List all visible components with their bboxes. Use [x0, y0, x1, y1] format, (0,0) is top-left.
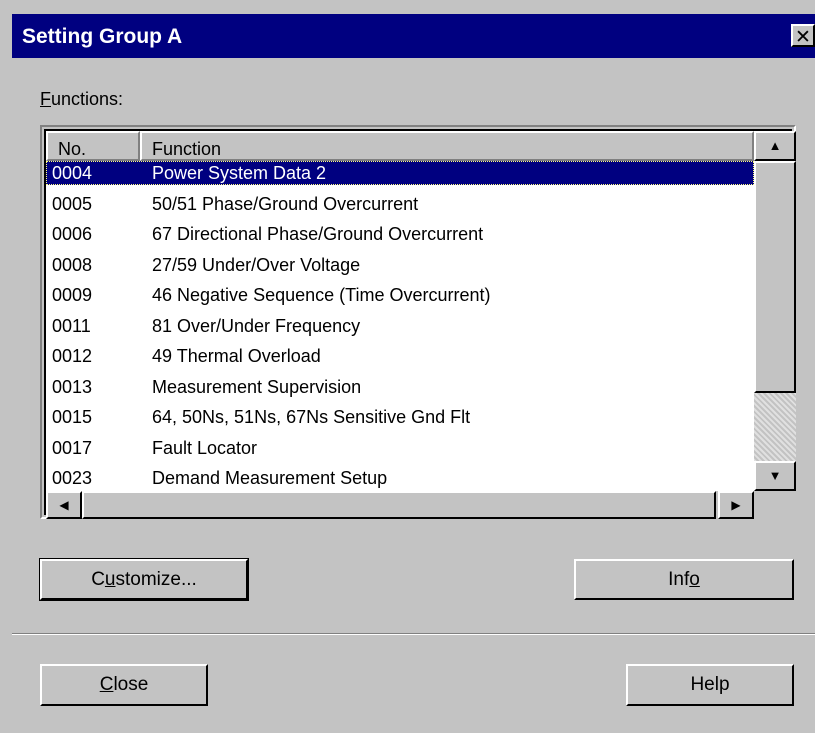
item-number: 0006 — [52, 224, 93, 244]
list-item[interactable]: 0011 81 Over/Under Frequency — [46, 314, 754, 338]
item-function: Demand Measurement Setup — [152, 468, 388, 488]
item-function: Fault Locator — [152, 437, 258, 458]
list-item[interactable]: 0015 64, 50Ns, 51Ns, 67Ns Sensitive Gnd F… — [46, 405, 754, 429]
list-item[interactable]: 0008 27/59 Under/Over Voltage — [46, 253, 754, 277]
window-title: Setting Group A — [22, 25, 183, 48]
item-number: 0017 — [52, 437, 93, 458]
customize-button[interactable]: Customize... — [39, 558, 249, 601]
list-item[interactable]: 0006 67 Directional Phase/Ground Overcurr… — [46, 222, 754, 246]
item-function: 27/59 Under/Over Voltage — [152, 254, 361, 275]
scroll-up-icon[interactable]: ▲ — [754, 131, 796, 161]
title-bar: Setting Group A ✕ — [12, 14, 815, 58]
functions-label: Functions: — [40, 89, 124, 109]
item-number: 0011 — [52, 315, 91, 336]
info-button[interactable]: Info — [574, 559, 794, 600]
functions-list-frame: No. Function 0004 Power System Data 2 0005… — [40, 125, 796, 519]
close-window-button[interactable]: ✕ — [791, 24, 815, 48]
list-item[interactable]: 0013 Measurement Supervision — [46, 375, 754, 399]
item-function: 50/51 Phase/Ground Overcurrent — [152, 193, 419, 214]
list-item[interactable]: 0004 Power System Data 2 — [46, 161, 754, 185]
list-header: No. Function — [46, 131, 754, 161]
vertical-scrollbar[interactable]: ▲ ▼ — [754, 131, 796, 491]
item-number: 0013 — [52, 376, 93, 397]
column-header-no[interactable]: No. — [46, 131, 140, 161]
item-function: 64, 50Ns, 51Ns, 67Ns Sensitive Gnd Flt — [152, 407, 471, 427]
item-number: 0015 — [52, 407, 93, 427]
item-function: 49 Thermal Overload — [152, 346, 321, 366]
scroll-left-icon[interactable]: ◀ — [46, 491, 82, 519]
item-function: Measurement Supervision — [152, 376, 362, 397]
close-button[interactable]: Close — [40, 664, 208, 706]
scrollbar-corner — [754, 491, 796, 519]
scroll-thumb[interactable] — [754, 161, 796, 393]
item-number: 0009 — [52, 285, 93, 305]
item-function: 46 Negative Sequence (Time Overcurrent) — [152, 285, 491, 305]
help-button[interactable]: Help — [626, 664, 794, 706]
item-number: 0004 — [52, 163, 93, 183]
functions-listview[interactable]: No. Function 0004 Power System Data 2 0005… — [46, 131, 754, 491]
item-function: 67 Directional Phase/Ground Overcurrent — [152, 224, 484, 244]
list-item[interactable]: 0012 49 Thermal Overload — [46, 344, 754, 368]
list-item[interactable]: 0023 Demand Measurement Setup — [46, 466, 754, 490]
list-item[interactable]: 0005 50/51 Phase/Ground Overcurrent — [46, 192, 754, 216]
item-function: 81 Over/Under Frequency — [152, 315, 361, 336]
horizontal-scrollbar[interactable]: ◀ ▶ — [46, 491, 754, 519]
separator — [12, 633, 815, 635]
scroll-right-icon[interactable]: ▶ — [718, 491, 754, 519]
item-number: 0012 — [52, 346, 93, 366]
list-item[interactable]: 0017 Fault Locator — [46, 436, 754, 460]
item-function: Power System Data 2 — [152, 163, 327, 183]
horizontal-scroll-thumb[interactable] — [82, 491, 716, 519]
column-header-function[interactable]: Function — [140, 131, 754, 161]
item-number: 0023 — [52, 468, 93, 488]
list-item[interactable]: 0009 46 Negative Sequence (Time Overcurre… — [46, 283, 754, 307]
item-number: 0005 — [52, 193, 93, 214]
item-number: 0008 — [52, 254, 93, 275]
scroll-down-icon[interactable]: ▼ — [754, 461, 796, 491]
scroll-track[interactable] — [754, 393, 796, 461]
